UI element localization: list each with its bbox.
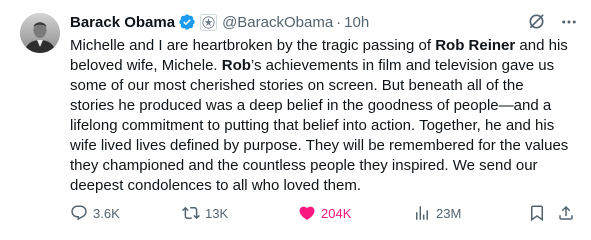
tweet-text-bold: Rob xyxy=(221,57,251,74)
reply-button[interactable]: 3.6K xyxy=(70,204,120,222)
author-handle[interactable]: @BarackObama xyxy=(222,14,333,31)
share-button[interactable] xyxy=(557,204,575,222)
views-count: 23M xyxy=(436,205,462,221)
tweet[interactable]: Barack Obama @BarackObama · 10h Michelle… xyxy=(0,0,591,240)
repost-icon xyxy=(182,204,200,222)
heart-icon xyxy=(298,204,316,222)
header-actions xyxy=(527,12,578,31)
grok-icon[interactable] xyxy=(527,12,546,31)
tweet-time[interactable]: 10h xyxy=(344,14,369,31)
tweet-text-bold: Rob Reiner xyxy=(435,37,516,54)
author-name[interactable]: Barack Obama xyxy=(70,14,175,31)
tweet-text-part: ’s achievements in film and television g… xyxy=(70,57,569,194)
like-button[interactable]: 204K xyxy=(298,204,351,222)
avatar-image xyxy=(20,13,60,53)
more-icon[interactable] xyxy=(560,13,578,31)
government-seal-icon[interactable] xyxy=(200,13,218,31)
like-count: 204K xyxy=(321,205,352,221)
tweet-text: Michelle and I are heartbroken by the tr… xyxy=(70,36,570,196)
action-bar: 3.6K 13K 204K 23M xyxy=(70,204,575,226)
views-button[interactable]: 23M xyxy=(413,204,461,222)
share-icon xyxy=(557,204,575,222)
verified-badge-icon xyxy=(178,13,196,31)
reply-count: 3.6K xyxy=(93,205,120,221)
avatar[interactable] xyxy=(20,13,60,53)
repost-button[interactable]: 13K xyxy=(182,204,228,222)
reply-icon xyxy=(70,204,88,222)
tweet-content: Barack Obama @BarackObama · 10h Michelle… xyxy=(70,10,582,196)
tweet-header: Barack Obama @BarackObama · 10h xyxy=(70,10,582,34)
views-icon xyxy=(413,204,431,222)
repost-count: 13K xyxy=(205,205,229,221)
bookmark-icon xyxy=(528,204,546,222)
tweet-text-part: Michelle and I are heartbroken by the tr… xyxy=(70,37,436,54)
bookmark-button[interactable] xyxy=(528,204,546,222)
separator-dot: · xyxy=(336,13,342,31)
